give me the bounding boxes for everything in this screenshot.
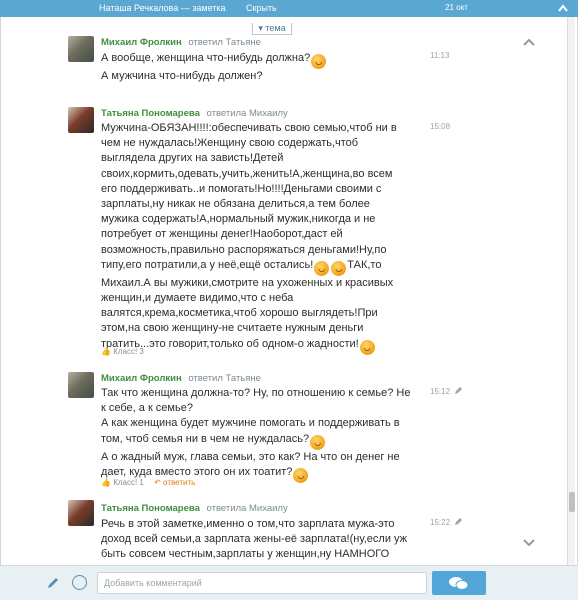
comment-line: Речь в этой заметке,именно о том,что зар… xyxy=(101,518,395,530)
comment: Татьяна Пономарева ответила Михаилу 15:0… xyxy=(68,107,538,357)
smiley-icon: ◡ xyxy=(314,260,330,276)
scrollbar-thumb[interactable] xyxy=(569,492,575,512)
comment-line: Михаил.А вы мужики,смотрите на ухоженных… xyxy=(101,276,394,289)
chat-header: Наташа Речкалова — заметка Скрыть 21 окт xyxy=(0,0,578,17)
comment-text: Мужчина-ОБЯЗАН!!!!:обеспечивать свою сем… xyxy=(101,121,416,355)
comment-line: выглядела других на зависть!Детей xyxy=(101,152,284,165)
reply-icon[interactable]: ↶ xyxy=(154,478,161,487)
note-date: 21 окт xyxy=(445,3,468,12)
comment: Татьяна Пономарева ответила Михаилу 15:2… xyxy=(68,500,538,562)
comment-line-tail: ТАК,то xyxy=(347,258,382,271)
comment-meta: Татьяна Пономарева ответила Михаилу xyxy=(101,503,288,514)
comment-time: 15:12 xyxy=(430,387,451,396)
comment-reply-to[interactable]: ответил Татьяне xyxy=(188,373,261,384)
like-count[interactable]: Класс! 3 xyxy=(113,347,144,356)
comment-line: потребует от женщины денег!Наоборот,даст… xyxy=(101,228,343,241)
comment-time: 11:13 xyxy=(430,51,450,60)
comment-author[interactable]: Татьяна Пономарева xyxy=(101,503,200,514)
comment-line: валятся,крема,косметика,чтоб хорошо выгл… xyxy=(101,307,378,320)
comment-line: доход всей семьи,а зарплата жены-её зарп… xyxy=(101,533,408,546)
like-count[interactable]: Класс! 1 xyxy=(113,478,144,487)
avatar[interactable] xyxy=(68,372,94,398)
comment-text: Речь в этой заметке,именно о том,что зар… xyxy=(101,517,416,563)
comment-line: зарплаты,ну никак не обязана делиться,а … xyxy=(101,198,370,211)
comment-author[interactable]: Михаил Фролкин xyxy=(101,37,182,48)
comment-line: женщин,и думаете видимо,что с неба xyxy=(101,292,294,305)
topic-tab[interactable]: ▾ тема xyxy=(252,23,292,35)
scrollbar[interactable] xyxy=(567,17,575,565)
chat-bubbles-icon xyxy=(449,577,469,590)
like-icon[interactable]: 👍 xyxy=(101,347,111,356)
comment-meta: Михаил Фролкин ответил Татьяне xyxy=(101,373,261,384)
comment: Михаил Фролкин ответил Татьяне 15:12 Так… xyxy=(68,372,538,492)
edit-icon[interactable] xyxy=(453,517,463,527)
comment-line: быть совсем честным,зарплаты у женщин,ну… xyxy=(101,548,390,561)
send-button[interactable] xyxy=(432,571,486,595)
avatar[interactable] xyxy=(68,107,94,133)
chevron-up-icon[interactable] xyxy=(556,0,570,17)
edit-icon[interactable] xyxy=(453,386,463,396)
comment-line: к себе, а к семье? xyxy=(101,402,193,415)
comment-text: Так что женщина должна-то? Ну, по отноше… xyxy=(101,386,416,483)
comment-line: этом,на свою женщину-не считаете нужным … xyxy=(101,322,364,335)
comment-line: А как женщина будет мужчине помогать и п… xyxy=(101,417,400,430)
comment-actions: 👍 Класс! 1 ↶ ответить xyxy=(101,478,195,487)
avatar[interactable] xyxy=(68,500,94,526)
comment-line: возможность,правильно распоряжаться день… xyxy=(101,243,387,256)
smiley-icon: ◡ xyxy=(311,54,327,69)
comment-time: 15:22 xyxy=(430,518,451,527)
comment-line: своих,кормить,одевать,учить,женить!А,жен… xyxy=(101,167,393,180)
comment-line: дает, куда вместо этого он их тоатит? xyxy=(101,465,293,478)
note-title[interactable]: Наташа Речкалова — заметка xyxy=(99,3,226,13)
hide-button[interactable]: Скрыть xyxy=(246,3,277,13)
comment-line: чем не нуждалась!Женщину свою содержать,… xyxy=(101,137,359,150)
pencil-icon[interactable] xyxy=(46,576,60,590)
comment-line: его поддерживать..и помогать!Но!!!!Деньг… xyxy=(101,182,382,195)
comment-reply-to[interactable]: ответила Михаилу xyxy=(207,503,288,514)
smiley-icon: ◡ xyxy=(359,339,375,355)
avatar[interactable] xyxy=(68,36,94,62)
comment-composer: Добавить комментарий xyxy=(0,565,578,600)
comment-line: том, чтоб семья ни в чем не нуждалась? xyxy=(101,432,310,445)
comment-author[interactable]: Татьяна Пономарева xyxy=(101,108,200,119)
smiley-icon: ◡ xyxy=(331,260,347,276)
comment: Михаил Фролкин ответил Татьяне 11:13 А в… xyxy=(68,36,538,86)
comment-input[interactable]: Добавить комментарий xyxy=(97,572,427,594)
comment-line: А вообще, женщина что-нибудь должна? xyxy=(101,52,311,64)
comment-line: А о жадный муж, глава семьи, это как? На… xyxy=(101,450,400,463)
comment-line: типу,его потратили,а у неё,ещё остались! xyxy=(101,258,314,271)
comment-line: Так что женщина должна-то? Ну, по отноше… xyxy=(101,387,411,399)
reply-button[interactable]: ответить xyxy=(163,478,195,487)
like-icon[interactable]: 👍 xyxy=(101,478,111,487)
comment-line: мужика содержать!А,нормальный мужик,нико… xyxy=(101,213,376,226)
comment-time: 15:08 xyxy=(430,122,451,131)
comment-reply-to[interactable]: ответил Татьяне xyxy=(188,37,261,48)
comment-actions: 👍 Класс! 3 xyxy=(101,347,144,356)
comment-line: А мужчина что-нибудь должен? xyxy=(101,70,263,82)
smiley-icon: ◡ xyxy=(293,467,309,483)
smiley-icon: ◡ xyxy=(310,434,326,450)
comment-text: А вообще, женщина что-нибудь должна? ◡ А … xyxy=(101,51,416,84)
comment-line: Мужчина-ОБЯЗАН!!!!:обеспечивать свою сем… xyxy=(101,122,397,134)
smiley-picker-icon[interactable] xyxy=(72,575,87,590)
comment-meta: Татьяна Пономарева ответила Михаилу xyxy=(101,108,288,119)
comment-author[interactable]: Михаил Фролкин xyxy=(101,373,182,384)
comment-reply-to[interactable]: ответила Михаилу xyxy=(207,108,288,119)
comment-meta: Михаил Фролкин ответил Татьяне xyxy=(101,37,261,48)
